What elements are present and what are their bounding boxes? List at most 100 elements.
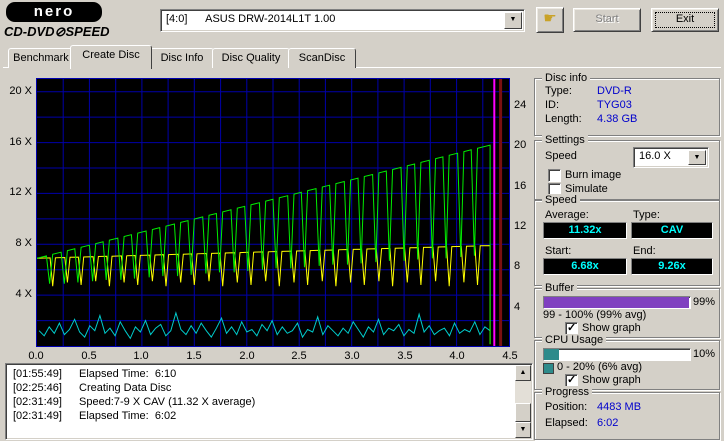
buffer-bar-track bbox=[543, 296, 691, 309]
y-axis-right-tick: 4 bbox=[514, 301, 534, 313]
buffer-percent: 99% bbox=[693, 296, 715, 308]
tab-disc-quality-label: Disc Quality bbox=[222, 52, 281, 64]
buffer-range-text: 99 - 100% (99% avg) bbox=[543, 309, 646, 321]
position-value: 4483 MB bbox=[597, 401, 641, 413]
y-axis-right-tick: 24 bbox=[514, 99, 534, 111]
buffer-show-graph-label: Show graph bbox=[582, 322, 641, 334]
check-icon: ✓ bbox=[567, 373, 576, 386]
y-axis-left-tick: 20 X bbox=[6, 85, 32, 97]
cpu-usage-group: CPU Usage 10% 0 - 20% (6% avg) ✓ Show gr… bbox=[534, 340, 720, 390]
start-button[interactable]: Start bbox=[573, 8, 641, 32]
log-message: Elapsed Time: 6:10 bbox=[79, 368, 176, 380]
y-axis-left-tick: 8 X bbox=[6, 237, 32, 249]
x-axis-tick: 2.5 bbox=[286, 350, 312, 362]
chevron-down-icon: ▼ bbox=[505, 13, 521, 26]
settings-group: Settings Speed 16.0 X ▼ Burn image Simul… bbox=[534, 140, 720, 200]
disc-type-value: DVD-R bbox=[597, 85, 632, 97]
y-axis-right-tick: 16 bbox=[514, 180, 534, 192]
log-row: [02:25:46]Creating Data Disc bbox=[13, 382, 532, 395]
tab-benchmark[interactable]: Benchmark bbox=[8, 48, 74, 68]
buffer-group: Buffer 99% 99 - 100% (99% avg) ✓ Show gr… bbox=[534, 288, 720, 338]
focus-rectangle bbox=[655, 12, 715, 28]
speed-group-title: Speed bbox=[542, 194, 580, 206]
x-axis-tick: 2.0 bbox=[234, 350, 260, 362]
disc-type-label: Type: bbox=[545, 85, 572, 97]
progress-group: Progress Position: 4483 MB Elapsed: 6:02 bbox=[534, 392, 720, 440]
log-row: [02:31:49]Speed:7-9 X CAV (11.32 X avera… bbox=[13, 396, 532, 409]
speed-select-dropdown-button[interactable]: ▼ bbox=[688, 150, 706, 165]
y-axis-left-tick: 4 X bbox=[6, 288, 32, 300]
log-message: Creating Data Disc bbox=[79, 382, 171, 394]
log-row: [02:31:49]Elapsed Time: 6:02 bbox=[13, 410, 532, 423]
cpu-bar bbox=[544, 349, 559, 360]
log-timestamp: [02:31:49] bbox=[13, 410, 79, 423]
tab-disc-info-label: Disc Info bbox=[161, 52, 204, 64]
disc-info-group: Disc info Type: DVD-R ID: TYG03 Length: … bbox=[534, 78, 720, 136]
tab-scandisc[interactable]: ScanDisc bbox=[288, 48, 356, 68]
write-speed-chart bbox=[36, 78, 510, 347]
speed-select[interactable]: 16.0 X ▼ bbox=[633, 147, 709, 168]
progress-title: Progress bbox=[542, 386, 592, 398]
start-button-label: Start bbox=[574, 9, 640, 29]
log-timestamp: [02:31:49] bbox=[13, 396, 79, 409]
x-axis-tick: 4.0 bbox=[444, 350, 470, 362]
buffer-bar bbox=[544, 297, 689, 308]
drive-select-value: [4:0] ASUS DRW-2014L1T 1.00 bbox=[166, 13, 335, 25]
start-speed-value: 6.68x bbox=[543, 258, 627, 275]
average-speed-label: Average: bbox=[545, 209, 589, 221]
app-window: nero CD-DVD⊘SPEED [4:0] ASUS DRW-2014L1T… bbox=[0, 0, 724, 441]
disc-id-value: TYG03 bbox=[597, 99, 632, 111]
y-axis-right-tick: 20 bbox=[514, 139, 534, 151]
cpu-percent: 10% bbox=[693, 348, 715, 360]
tab-benchmark-label: Benchmark bbox=[13, 52, 69, 64]
burn-image-label: Burn image bbox=[565, 169, 621, 181]
cpu-range-text: 0 - 20% (6% avg) bbox=[557, 361, 642, 373]
disc-length-value: 4.38 GB bbox=[597, 113, 637, 125]
check-icon: ✓ bbox=[567, 321, 576, 334]
y-axis-right-tick: 8 bbox=[514, 260, 534, 272]
x-axis-tick: 1.0 bbox=[128, 350, 154, 362]
burn-image-checkbox[interactable] bbox=[548, 169, 561, 182]
speed-type-value: CAV bbox=[631, 222, 713, 239]
position-label: Position: bbox=[545, 401, 587, 413]
hand-icon: ☛ bbox=[537, 8, 563, 30]
tab-create-disc-label: Create Disc bbox=[82, 49, 139, 61]
start-speed-label: Start: bbox=[545, 245, 571, 257]
tab-create-disc[interactable]: Create Disc bbox=[70, 45, 152, 69]
x-axis-tick: 0.5 bbox=[76, 350, 102, 362]
chevron-down-icon: ▼ bbox=[689, 151, 705, 164]
speed-select-value: 16.0 X bbox=[639, 150, 671, 162]
cpu-bar-track bbox=[543, 348, 691, 361]
cpu-series-swatch bbox=[543, 363, 554, 374]
x-axis-tick: 1.5 bbox=[181, 350, 207, 362]
exit-button[interactable]: Exit bbox=[651, 8, 719, 32]
log-message: Speed:7-9 X CAV (11.32 X average) bbox=[79, 396, 255, 408]
speed-type-label: Type: bbox=[633, 209, 660, 221]
tab-disc-info[interactable]: Disc Info bbox=[150, 48, 214, 68]
speed-setting-label: Speed bbox=[545, 150, 577, 162]
x-axis-tick: 3.5 bbox=[392, 350, 418, 362]
scroll-down-button[interactable]: ▼ bbox=[515, 422, 531, 438]
drive-select[interactable]: [4:0] ASUS DRW-2014L1T 1.00 ▼ bbox=[160, 9, 525, 32]
log-timestamp: [01:55:49] bbox=[13, 368, 79, 381]
settings-title: Settings bbox=[542, 134, 588, 146]
log-scrollbar[interactable]: ▲ ▼ bbox=[515, 365, 531, 438]
select-drive-button[interactable]: ☛ bbox=[536, 7, 564, 33]
nero-logo: nero bbox=[6, 2, 102, 22]
y-axis-left-tick: 16 X bbox=[6, 136, 32, 148]
x-axis-tick: 4.5 bbox=[497, 350, 523, 362]
buffer-title: Buffer bbox=[542, 282, 577, 294]
tab-scandisc-label: ScanDisc bbox=[299, 52, 345, 64]
log-timestamp: [02:25:46] bbox=[13, 382, 79, 395]
drive-select-dropdown-button[interactable]: ▼ bbox=[504, 12, 522, 29]
scrollbar-thumb[interactable] bbox=[515, 403, 531, 422]
log-panel[interactable]: [01:55:49]Elapsed Time: 6:10 [02:25:46]C… bbox=[5, 363, 533, 440]
log-message: Elapsed Time: 6:02 bbox=[79, 410, 176, 422]
arrow-down-icon: ▼ bbox=[516, 423, 530, 436]
x-axis-tick: 0.0 bbox=[23, 350, 49, 362]
scroll-up-button[interactable]: ▲ bbox=[515, 365, 531, 381]
tab-disc-quality[interactable]: Disc Quality bbox=[212, 48, 290, 68]
disc-info-title: Disc info bbox=[542, 72, 590, 84]
disc-id-label: ID: bbox=[545, 99, 559, 111]
elapsed-label: Elapsed: bbox=[545, 417, 588, 429]
